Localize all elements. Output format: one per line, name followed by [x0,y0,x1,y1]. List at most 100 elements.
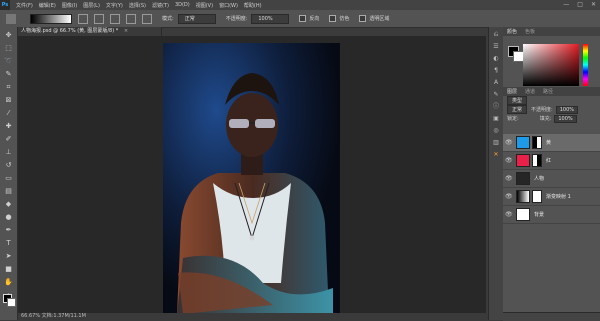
menu-layer[interactable]: 图层(L) [83,2,100,9]
canvas-area[interactable] [18,36,486,314]
character-panel-icon[interactable]: A [492,79,500,87]
mode-select[interactable]: 正常 [177,13,216,24]
lasso-tool-icon[interactable]: ➰ [4,56,14,66]
stamp-tool-icon[interactable]: ⊥ [4,147,14,157]
visibility-eye-icon[interactable]: 👁 [505,193,513,200]
layer-mask-thumbnail[interactable] [532,136,542,149]
visibility-eye-icon[interactable]: 👁 [505,175,513,182]
hand-tool-icon[interactable]: ✋ [4,277,14,287]
layer-row-figure[interactable]: 👁 人物 [503,170,600,188]
linear-gradient-icon[interactable] [78,13,88,24]
layer-mask-thumbnail[interactable] [532,154,542,167]
layer-name: 黄 [546,140,552,146]
gradient-tool-selected-icon[interactable]: ▤ [4,186,14,196]
angle-gradient-icon[interactable] [110,13,120,24]
reflected-gradient-icon[interactable] [126,13,136,24]
menu-file[interactable]: 文件(F) [16,2,33,9]
adjustments-panel-icon[interactable]: ◐ [492,55,500,63]
layer-thumbnail [516,190,530,203]
menu-3d[interactable]: 3D(D) [175,2,190,8]
diamond-gradient-icon[interactable] [142,13,152,24]
styles-panel-icon[interactable]: ◎ [492,127,500,135]
radial-gradient-icon[interactable] [94,13,104,24]
layer-row-red[interactable]: 👁 红 [503,152,600,170]
visibility-eye-icon[interactable]: 👁 [505,157,513,164]
eyedropper-tool-icon[interactable]: ⁄ [4,108,14,118]
layer-opacity-input[interactable]: 100% [555,105,578,114]
menu-filter[interactable]: 滤镜(T) [152,2,169,9]
crop-tool-icon[interactable]: ⌗ [4,82,14,92]
properties-panel-icon[interactable]: ☰ [492,43,500,51]
tab-paths[interactable]: 路径 [539,88,557,95]
blend-mode-select[interactable]: 正常 [507,105,528,114]
layer-kind-filter[interactable]: 类型 [507,96,528,105]
layer-name: 背景 [534,212,545,218]
background-color-swatch[interactable] [7,298,16,307]
tab-color[interactable]: 颜色 [503,28,521,35]
visibility-eye-icon[interactable]: 👁 [505,139,513,146]
menu-edit[interactable]: 编辑(E) [39,2,56,9]
paragraph-panel-icon[interactable]: ¶ [492,67,500,75]
brush-tool-icon[interactable]: ✐ [4,134,14,144]
menu-type[interactable]: 文字(Y) [106,2,123,9]
brush-panel-icon[interactable]: ✎ [492,91,500,99]
layer-mask-thumbnail[interactable] [532,190,542,203]
menu-bar: Ps 文件(F) 编辑(E) 图像(I) 图层(L) 文字(Y) 选择(S) 滤… [0,0,600,10]
document-tab[interactable]: 人物海报.psd @ 66.7% (黄, 图层蒙版/8) * × [18,27,162,36]
menu-image[interactable]: 图像(I) [62,2,77,9]
tab-layers[interactable]: 图层 [503,88,521,95]
layer-opacity-label: 不透明度: [531,107,553,113]
layer-name: 红 [546,158,552,164]
document-tab-title: 人物海报.psd @ 66.7% (黄, 图层蒙版/8) * [21,28,119,34]
close-button[interactable]: ✕ [591,1,596,8]
navigator-panel-icon[interactable]: ▣ [492,115,500,123]
layer-row-background[interactable]: 👁 背景 [503,206,600,224]
shape-tool-icon[interactable]: ■ [4,264,14,274]
menu-view[interactable]: 视图(V) [196,2,213,9]
document-canvas[interactable] [163,43,340,314]
info-panel-icon[interactable]: ⓘ [492,103,500,111]
tools-preset-icon[interactable]: ✕ [492,151,500,159]
tab-swatches[interactable]: 色板 [521,28,539,35]
transparency-checkbox[interactable] [359,15,367,22]
lock-label: 锁定: [507,116,519,122]
poster-image [163,43,340,314]
frame-tool-icon[interactable]: ⊠ [4,95,14,105]
layer-row-gradient-map[interactable]: 👁 渐变映射 1 [503,188,600,206]
minimize-button[interactable]: — [563,1,569,8]
blur-tool-icon[interactable]: ◆ [4,199,14,209]
tab-channels[interactable]: 通道 [521,88,539,95]
history-brush-tool-icon[interactable]: ↺ [4,160,14,170]
right-panels: 颜色 色板 图层 通道 路径 类型 正常 不透明度: 100% 锁定: 填充: … [503,27,600,321]
fill-label: 填充: [539,116,552,122]
menu-window[interactable]: 窗口(W) [219,2,238,9]
blend-row: 正常 不透明度: 100% [503,105,600,114]
dodge-tool-icon[interactable]: ● [4,212,14,222]
reverse-checkbox[interactable] [299,15,307,22]
options-bar: 模式: 正常 不透明度: 100% 反向 仿色 透明区域 [0,10,600,28]
healing-tool-icon[interactable]: ✚ [4,121,14,131]
libraries-panel-icon[interactable]: ▥ [492,139,500,147]
status-bar: 66.67% 文档:1.37M/11.1M [18,313,489,320]
menu-select[interactable]: 选择(S) [129,2,146,9]
fill-input[interactable]: 100% [554,114,577,123]
hue-slider[interactable] [583,44,588,86]
gradient-tool-icon[interactable] [6,13,16,24]
pen-tool-icon[interactable]: ✒ [4,225,14,235]
quick-select-tool-icon[interactable]: ✎ [4,69,14,79]
color-field[interactable] [523,44,579,86]
gradient-picker[interactable] [30,13,72,24]
move-tool-icon[interactable]: ✥ [4,30,14,40]
layer-row-yellow[interactable]: 👁 黄 [503,134,600,152]
marquee-tool-icon[interactable]: ⬚ [4,43,14,53]
path-select-tool-icon[interactable]: ➤ [4,251,14,261]
maximize-button[interactable]: □ [577,1,583,8]
dither-checkbox[interactable] [329,15,337,22]
eraser-tool-icon[interactable]: ▭ [4,173,14,183]
opacity-input[interactable]: 100% [251,13,290,24]
tab-close-icon[interactable]: × [124,28,128,34]
menu-help[interactable]: 帮助(H) [244,2,262,9]
visibility-eye-icon[interactable]: 👁 [505,211,513,218]
type-tool-icon[interactable]: T [4,238,14,248]
history-panel-icon[interactable]: ⎌ [492,31,500,39]
